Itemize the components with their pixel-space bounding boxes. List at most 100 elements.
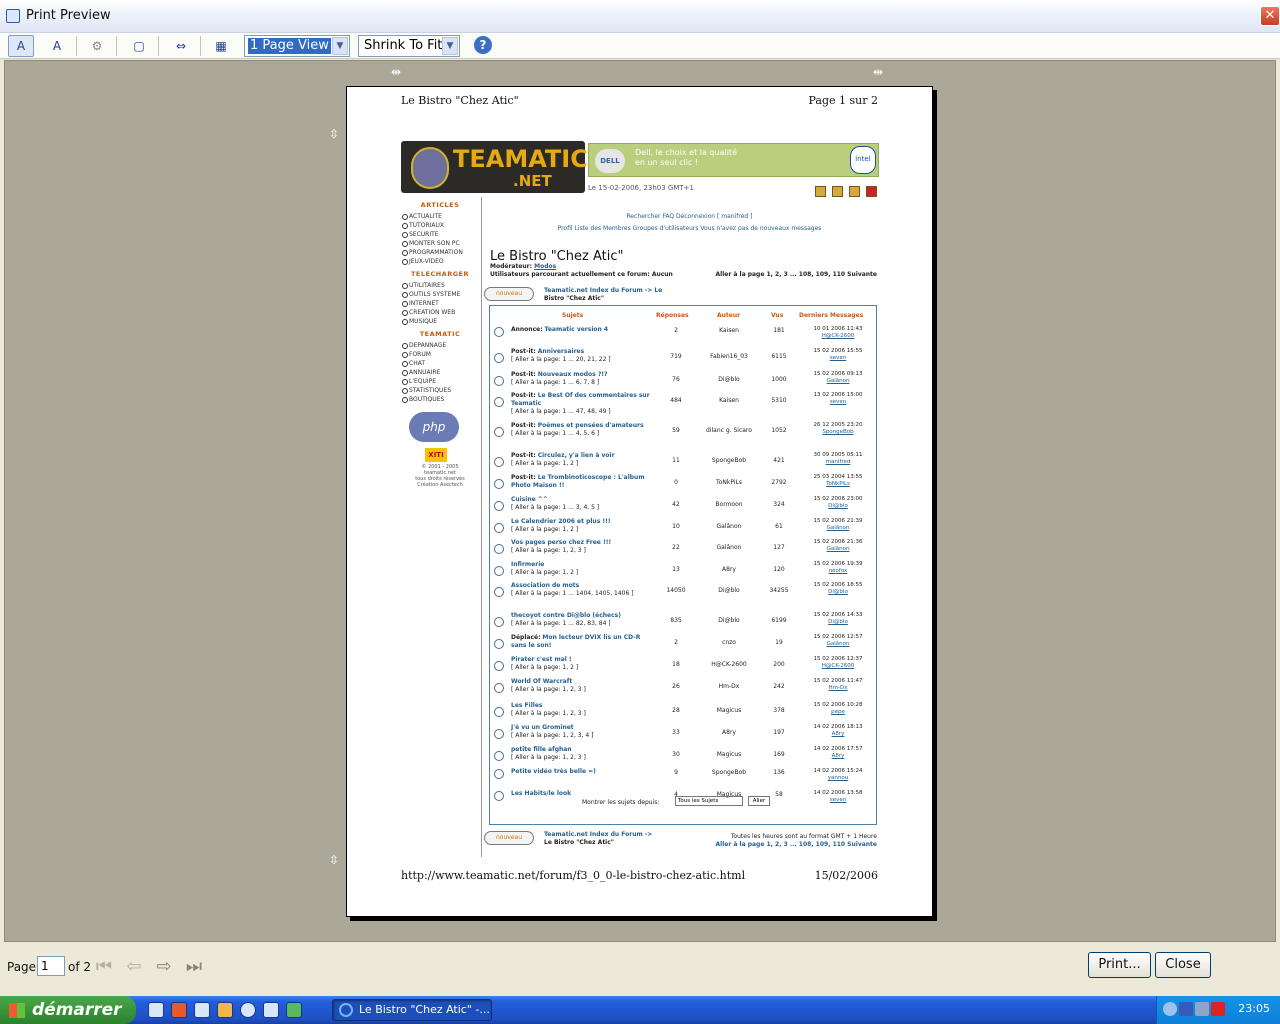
- last-post-user[interactable]: H@CK-2600: [802, 663, 874, 670]
- house-icon[interactable]: [832, 186, 843, 197]
- moderator-link[interactable]: Modos: [534, 263, 556, 270]
- topic-title[interactable]: Poèmes et pensées d'amateurs: [538, 422, 644, 429]
- topic-title[interactable]: Les Filles: [511, 702, 542, 709]
- topic-author[interactable]: Bormoon: [696, 501, 762, 508]
- last-post-user[interactable]: H@CK-2600: [802, 333, 874, 340]
- topic-author[interactable]: SpongeBob: [696, 769, 762, 776]
- topic-pages[interactable]: [ Aller à la page: 1 ... 82, 83, 84 ]: [511, 620, 651, 628]
- topic-title[interactable]: Pirater c'est mal !: [511, 656, 572, 663]
- topic-subject[interactable]: World Of Warcraft[ Aller à la page: 1, 2…: [511, 678, 651, 694]
- nav-item[interactable]: OUTILS SYSTEME: [401, 290, 479, 299]
- taskbar-ie-window[interactable]: Le Bistro "Chez Atic" -...: [332, 999, 492, 1021]
- topic-subject[interactable]: Le Calendrier 2006 et plus !!![ Aller à …: [511, 518, 651, 534]
- topic-subject[interactable]: Annonce: Teamatic version 4: [511, 326, 651, 334]
- topic-author[interactable]: Fabien16_03: [696, 353, 762, 360]
- last-post-user[interactable]: Di@blo: [802, 503, 874, 510]
- left-margin-handle[interactable]: ⇹: [391, 65, 401, 79]
- last-post-user[interactable]: Galânon: [802, 525, 874, 532]
- top-links-row-2[interactable]: Profil Liste des Membres Groupes d'utili…: [502, 223, 877, 235]
- topic-author[interactable]: Di@blo: [696, 617, 762, 624]
- tray-antivirus-icon[interactable]: [1211, 1002, 1225, 1016]
- close-button[interactable]: Close: [1155, 952, 1211, 978]
- nav-item[interactable]: MUSIQUE: [401, 317, 479, 326]
- topic-pages[interactable]: [ Aller à la page: 1, 2 ]: [511, 569, 651, 577]
- last-post-user[interactable]: néofox: [802, 568, 874, 575]
- new-topic-button-bottom[interactable]: nouveau: [484, 831, 534, 845]
- nav-item[interactable]: TUTORIAUX: [401, 221, 479, 230]
- topic-subject[interactable]: petite fille afghan[ Aller à la page: 1,…: [511, 746, 651, 762]
- topic-author[interactable]: H@CK-2600: [696, 661, 762, 668]
- topic-subject[interactable]: Post-it: Nouveaux modos ?!?[ Aller à la …: [511, 371, 651, 387]
- topic-title[interactable]: Nouveaux modos ?!?: [538, 371, 608, 378]
- last-page-icon[interactable]: ⏭: [182, 956, 206, 978]
- last-post-user[interactable]: A8ry: [802, 731, 874, 738]
- topic-pages[interactable]: [ Aller à la page: 1, 2, 3 ]: [511, 686, 651, 694]
- topic-pages[interactable]: [ Aller à la page: 1 ... 20, 21, 22 ]: [511, 356, 651, 364]
- topic-author[interactable]: cnzo: [696, 639, 762, 646]
- last-post-user[interactable]: SpongeBob: [802, 429, 874, 436]
- topic-subject[interactable]: Post-it: Anniversaires[ Aller à la page:…: [511, 348, 651, 364]
- quicklaunch-app-icon[interactable]: [171, 1002, 187, 1018]
- uk-flag-icon[interactable]: [866, 186, 877, 197]
- topic-title[interactable]: Le Calendrier 2006 et plus !!!: [511, 518, 611, 525]
- print-button[interactable]: Print...: [1088, 952, 1151, 978]
- topic-subject[interactable]: Vos pages perso chez Free !!![ Aller à l…: [511, 539, 651, 555]
- topic-author[interactable]: Di@blo: [696, 587, 762, 594]
- full-page-icon[interactable]: ▦: [208, 35, 234, 57]
- start-button[interactable]: démarrer: [0, 996, 136, 1024]
- topic-pages[interactable]: [ Aller à la page: 1, 2 ]: [511, 664, 651, 672]
- last-post-user[interactable]: seven: [802, 797, 874, 804]
- dell-banner[interactable]: DELL Dell, le choix et la qualité en un …: [588, 143, 879, 177]
- topic-author[interactable]: Di@blo: [696, 376, 762, 383]
- topic-pages[interactable]: [ Aller à la page: 1, 2 ]: [511, 526, 651, 534]
- nav-item[interactable]: CREATION WEB: [401, 308, 479, 317]
- help-icon[interactable]: ?: [474, 36, 492, 54]
- go-button[interactable]: Aller: [748, 796, 770, 806]
- last-post-user[interactable]: yannou: [802, 775, 874, 782]
- topic-author[interactable]: A8ry: [696, 566, 762, 573]
- topic-title[interactable]: Les Habits/le look: [511, 790, 571, 797]
- breadcrumb[interactable]: Teamatic.net Index du Forum -> Le Bistro …: [544, 287, 662, 303]
- topic-pages[interactable]: [ Aller à la page: 1, 2, 3 ]: [511, 754, 651, 762]
- topic-pages[interactable]: [ Aller à la page: 1, 2 ]: [511, 460, 651, 468]
- chevron-down-icon[interactable]: ▼: [332, 37, 348, 55]
- topic-subject[interactable]: Cuisine ^^[ Aller à la page: 1 ... 3, 4,…: [511, 496, 651, 512]
- nav-item[interactable]: JEUX-VIDEO: [401, 257, 479, 266]
- view-mode-select[interactable]: 1 Page View ▼: [244, 35, 350, 57]
- topic-title[interactable]: Circulez, y'a lien à voir: [538, 452, 615, 459]
- topic-subject[interactable]: Pirater c'est mal ![ Aller à la page: 1,…: [511, 656, 651, 672]
- nav-item[interactable]: BOUTIQUES: [401, 395, 479, 404]
- topic-pages[interactable]: [ Aller à la page: 1, 2, 3 ]: [511, 710, 651, 718]
- topic-author[interactable]: Kaisen: [696, 397, 762, 404]
- topic-author[interactable]: Hm-Dx: [696, 683, 762, 690]
- nav-item[interactable]: INTERNET: [401, 299, 479, 308]
- topic-title[interactable]: World Of Warcraft: [511, 678, 572, 685]
- last-post-user[interactable]: Hm-Dx: [802, 685, 874, 692]
- topic-title[interactable]: Teamatic version 4: [545, 326, 609, 333]
- nav-item[interactable]: DEPANNAGE: [401, 341, 479, 350]
- nav-item[interactable]: CHAT: [401, 359, 479, 368]
- topic-author[interactable]: Galânon: [696, 523, 762, 530]
- tray-network-icon[interactable]: [1179, 1002, 1193, 1016]
- landscape-font-button[interactable]: A: [44, 35, 70, 57]
- nav-item[interactable]: MONTER SON PC: [401, 239, 479, 248]
- topic-pages[interactable]: [ Aller à la page: 1, 2, 3 ]: [511, 547, 651, 555]
- topic-subject[interactable]: Association de mots[ Aller à la page: 1 …: [511, 582, 651, 598]
- home-icon[interactable]: [815, 186, 826, 197]
- quicklaunch-messenger-icon[interactable]: [286, 1002, 302, 1018]
- topic-title[interactable]: J'é vu un Grominet: [511, 724, 574, 731]
- last-post-user[interactable]: Galânon: [802, 378, 874, 385]
- last-post-user[interactable]: seven: [802, 355, 874, 362]
- new-topic-button[interactable]: nouveau: [484, 287, 534, 301]
- topic-subject[interactable]: Les Filles[ Aller à la page: 1, 2, 3 ]: [511, 702, 651, 718]
- fit-width-icon[interactable]: ⇔: [168, 35, 194, 57]
- nav-item[interactable]: ANNUAIRE: [401, 368, 479, 377]
- last-post-user[interactable]: seven: [802, 399, 874, 406]
- topic-title[interactable]: Anniversaires: [538, 348, 584, 355]
- topic-subject[interactable]: Post-it: Poèmes et pensées d'amateurs[ A…: [511, 422, 651, 438]
- topic-author[interactable]: Kaisen: [696, 327, 762, 334]
- chevron-down-icon[interactable]: ▼: [442, 37, 458, 55]
- close-window-button[interactable]: ✕: [1260, 6, 1280, 26]
- topic-title[interactable]: Petite vidéo très belle =): [511, 768, 596, 775]
- previous-page-icon[interactable]: ⇦: [122, 956, 146, 978]
